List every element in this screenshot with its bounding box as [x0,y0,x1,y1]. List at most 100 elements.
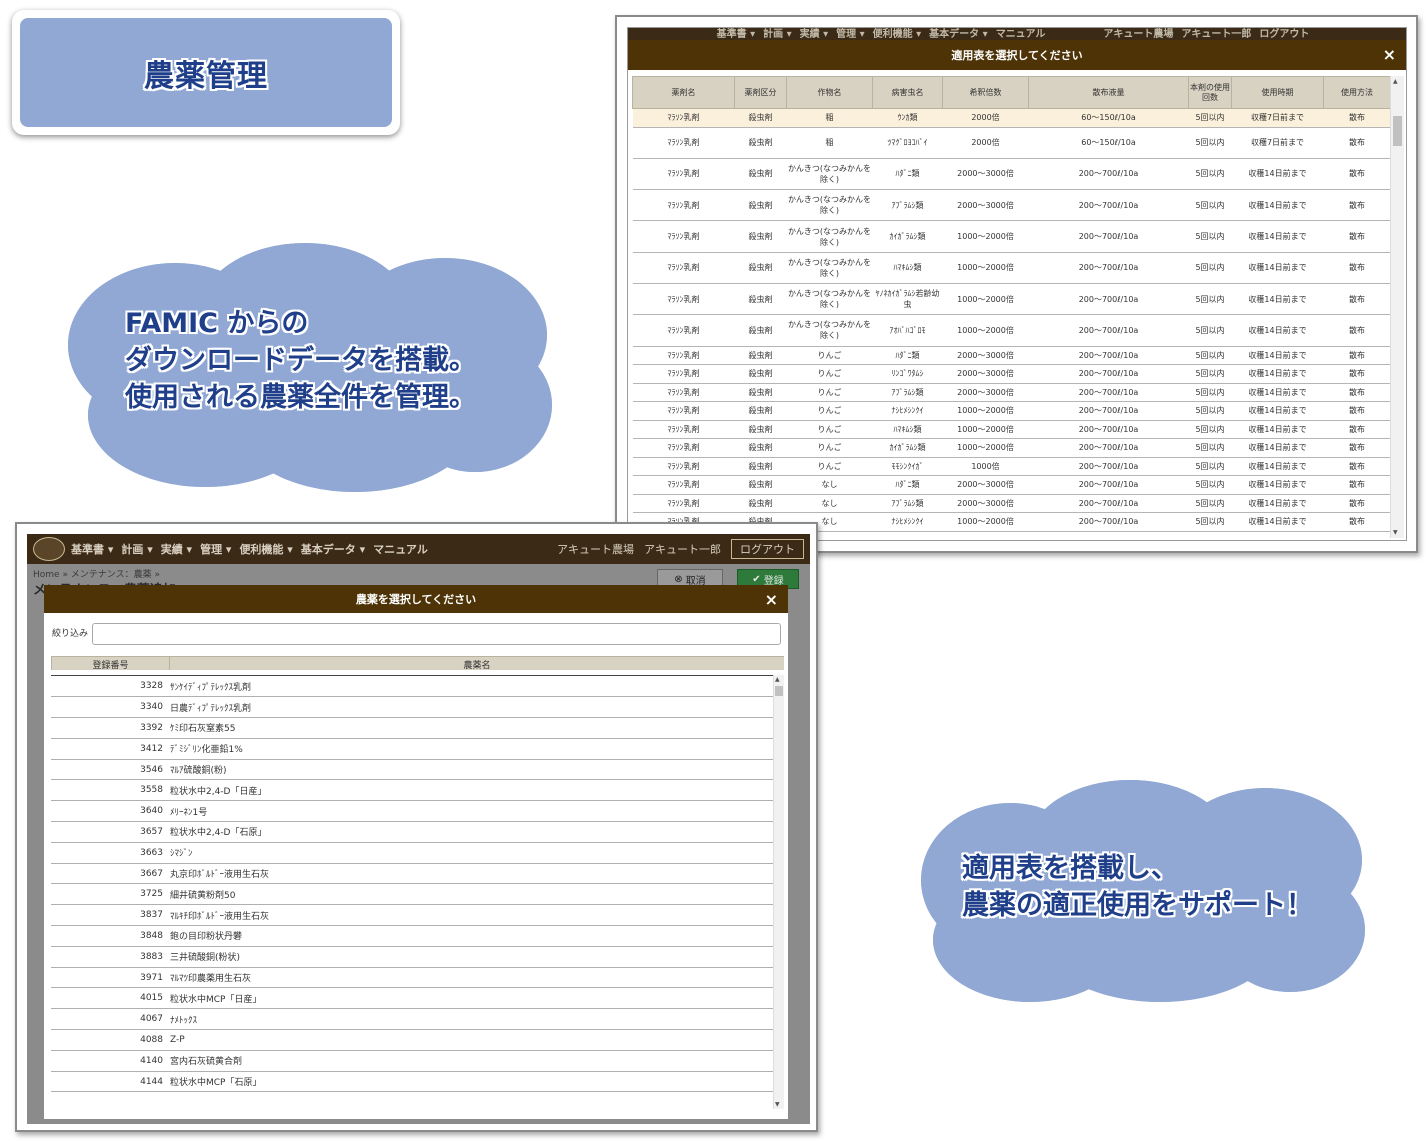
table-row[interactable]: ﾏﾗｿﾝ乳剤 殺虫剤 なし ｱﾌﾞﾗﾑｼ類 2000～3000倍 200～700ℓ/10a… [632,494,1390,514]
table-cell: りんご [786,364,873,384]
logout-button[interactable]: ログアウト [1259,28,1309,40]
app-window: 基準書 ▾ 計画 ▾ 実績 ▾ 管理 ▾ 便利機能 ▾ 基本データ ▾ マニュア… [27,534,810,1124]
table-cell: 2000倍 [942,108,1029,128]
table-cell: 200～700ℓ/10a [1028,189,1189,222]
list-item[interactable]: 3883 三井硫酸銅(粉状) [51,946,773,968]
nav-item-manage[interactable]: 管理 ▾ [200,541,231,557]
close-icon[interactable]: × [1383,45,1396,64]
pesticide-name: 宮内石灰硫黄合剤 [169,1050,773,1072]
list-item[interactable]: 4144 粒状水中MCP「石原」 [51,1071,773,1093]
table-cell: 1000～2000倍 [942,220,1029,253]
list-item[interactable]: 3328 ｻﾝｹｲﾃﾞｨﾌﾟﾃﾚｯｸｽ乳剤 [51,676,773,698]
cloud-right-line-2: 農薬の適正使用をサポート！ [962,890,1313,921]
registration-number: 3340 [51,696,169,719]
table-cell: 散布 [1323,158,1390,191]
column-header[interactable]: 薬剤名 [632,76,735,109]
column-header[interactable]: 本剤の使用回数 [1188,76,1232,109]
table-row[interactable]: ﾏﾗｿﾝ乳剤 殺虫剤 かんきつ(なつみかんを除く) ﾊﾏｷﾑｼ類 1000～2000倍 2… [632,252,1390,284]
table-cell: なし [786,494,873,514]
column-header[interactable]: 作物名 [786,76,873,109]
list-item[interactable]: 3667 丸京印ﾎﾞﾙﾄﾞｰ液用生石灰 [51,863,773,885]
pesticide-name: ﾃﾞﾐｼﾞﾘﾝ化亜鉛1% [169,738,773,760]
list-item[interactable]: 4140 宮内石灰硫黄合剤 [51,1050,773,1072]
nav-item[interactable]: 計画 ▾ [763,28,792,40]
column-header[interactable]: 希釈倍数 [942,76,1029,109]
list-item[interactable]: 3848 鉋の目印粉状丹礬 [51,925,773,947]
column-header-name[interactable]: 農薬名 [169,656,784,670]
nav-item-tools[interactable]: 便利機能 ▾ [239,541,292,557]
table-row[interactable]: ﾏﾗｿﾝ乳剤 殺虫剤 かんきつ(なつみかんを除く) ﾔﾉﾈｶｲｶﾞﾗﾑｼ若齢幼虫 100… [632,283,1390,316]
table-row[interactable]: ﾏﾗｿﾝ乳剤 殺虫剤 なし ﾊﾀﾞﾆ類 2000～3000倍 200～700ℓ/10a 5回… [632,475,1390,495]
table-cell: 5回以内 [1188,512,1232,532]
column-header[interactable]: 使用方法 [1323,76,1390,109]
table-cell: 散布 [1323,512,1390,532]
list-item[interactable]: 3640 ﾒﾘｰﾈﾝ1号 [51,800,773,823]
table-row[interactable]: ﾏﾗｿﾝ乳剤 殺虫剤 かんきつ(なつみかんを除く) ｱﾌﾞﾗﾑｼ類 2000～3000倍… [632,189,1390,222]
list-item[interactable]: 4067 ﾅﾒﾄｯｸｽ [51,1008,773,1031]
nav-item[interactable]: 基準書 ▾ [717,28,756,40]
table-row[interactable]: ﾏﾗｿﾝ乳剤 殺虫剤稲ﾂﾏｸﾞﾛﾖｺﾊﾞｲ 2000倍 60～150ℓ/10a 5回以内… [632,127,1390,159]
table-cell: 収穫14日前まで [1231,346,1324,366]
list-item[interactable]: 3657 粒状水中2,4-D「石原」 [51,821,773,843]
table-cell: 稲 [786,127,873,159]
table-cell: 1000～2000倍 [942,314,1029,347]
close-icon[interactable]: × [765,590,778,609]
registration-number: 3392 [51,717,169,739]
table-row[interactable]: ﾏﾗｿﾝ乳剤 殺虫剤 りんご ﾘﾝｺﾞﾜﾀﾑｼ 2000～3000倍 200～700ℓ/1… [632,364,1390,384]
column-header[interactable]: 散布液量 [1028,76,1189,109]
list-item[interactable]: 3546 ﾏﾙｱ硫酸銅(粉) [51,759,773,781]
table-cell: りんご [786,383,873,403]
scrollbar-thumb[interactable] [1393,116,1402,146]
registration-number: 3412 [51,738,169,760]
table-cell: 収穫14日前まで [1231,494,1324,514]
column-header-reg-no[interactable]: 登録番号 [51,656,170,670]
table-row[interactable]: ﾏﾗｿﾝ乳剤 殺虫剤 かんきつ(なつみかんを除く) ｱｵﾊﾞﾊｺﾞﾛﾓ 1000～200… [632,314,1390,347]
table-row[interactable]: ﾏﾗｿﾝ乳剤 殺虫剤 りんご ｶｲｶﾞﾗﾑｼ類 1000～2000倍 200～700ℓ/1… [632,438,1390,458]
nav-item[interactable]: 便利機能 ▾ [873,28,922,40]
nav-item[interactable]: マニュアル [996,28,1046,40]
nav-item[interactable]: 管理 ▾ [836,28,865,40]
table-row[interactable]: ﾏﾗｿﾝ乳剤 殺虫剤 かんきつ(なつみかんを除く) ｶｲｶﾞﾗﾑｼ類 1000～2000… [632,220,1390,253]
column-header[interactable]: 薬剤区分 [734,76,787,109]
table-cell: ｳﾝｶ類 [872,108,943,128]
list-item[interactable]: 3663 ｼﾏｼﾞﾝ [51,842,773,864]
nav-item-results[interactable]: 実績 ▾ [161,541,192,557]
list-item[interactable]: 3837 ﾏﾙｷﾁ印ﾎﾞﾙﾄﾞｰ液用生石灰 [51,904,773,927]
table-scrollbar[interactable]: ▲ ▼ [1390,76,1404,538]
nav-item-standards[interactable]: 基準書 ▾ [71,541,113,557]
scrollbar-thumb[interactable] [775,686,783,696]
table-cell: 散布 [1323,314,1390,347]
list-scrollbar[interactable]: ▲ ▼ [773,675,784,1109]
table-row[interactable]: ﾏﾗｿﾝ乳剤 殺虫剤 りんご ｱﾌﾞﾗﾑｼ類 2000～3000倍 200～700ℓ/10… [632,383,1390,403]
nav-item[interactable]: 基本データ ▾ [929,28,988,40]
table-row[interactable]: ﾏﾗｿﾝ乳剤 殺虫剤 かんきつ(なつみかんを除く) ﾊﾀﾞﾆ類 2000～3000倍 20… [632,158,1390,191]
column-header[interactable]: 使用時期 [1231,76,1324,109]
table-row[interactable]: ﾏﾗｿﾝ乳剤 殺虫剤 りんご ﾊﾏｷﾑｼ類 1000～2000倍 200～700ℓ/10a… [632,420,1390,440]
table-cell: ﾏﾗｿﾝ乳剤 [632,438,735,458]
table-row[interactable]: ﾏﾗｿﾝ乳剤 殺虫剤 りんご ﾅｼﾋﾒｼﾝｸｲ 1000～2000倍 200～700ℓ/1… [632,401,1390,421]
pesticide-name: 細井硫黄粉剤50 [169,883,773,906]
table-row[interactable]: ﾏﾗｿﾝ乳剤 殺虫剤 りんご ﾊﾀﾞﾆ類 2000～3000倍 200～700ℓ/10a 5… [632,346,1390,366]
list-item[interactable]: 3340 日農ﾃﾞｨﾌﾟﾃﾚｯｸｽ乳剤 [51,696,773,719]
list-item[interactable]: 3971 ﾏﾙﾏﾂ印農薬用生石灰 [51,967,773,989]
table-cell: ﾅｼﾋﾒｼﾝｸｲ [872,401,943,421]
list-item[interactable]: 3392 ｹﾐ印石灰窒素55 [51,717,773,739]
registration-number: 3837 [51,904,169,927]
table-cell: 散布 [1323,220,1390,253]
table-cell: 散布 [1323,383,1390,403]
list-item[interactable]: 3412 ﾃﾞﾐｼﾞﾘﾝ化亜鉛1% [51,738,773,760]
logout-button[interactable]: ログアウト [731,539,804,559]
list-item[interactable]: 3558 粒状水中2,4-D「日産」 [51,779,773,802]
column-header[interactable]: 病害虫名 [872,76,943,109]
list-item[interactable]: 4015 粒状水中MCP「日産」 [51,987,773,1010]
nav-item-plan[interactable]: 計画 ▾ [121,541,152,557]
nav-item-basic-data[interactable]: 基本データ ▾ [301,541,365,557]
list-item[interactable]: 4088 Z-P [51,1029,773,1051]
nav-item-manual[interactable]: マニュアル [373,541,428,557]
list-item[interactable]: 3725 細井硫黄粉剤50 [51,883,773,906]
nav-item[interactable]: 実績 ▾ [800,28,829,40]
filter-input[interactable] [92,623,781,645]
table-cell: ｱﾌﾞﾗﾑｼ類 [872,383,943,403]
table-row[interactable]: ﾏﾗｿﾝ乳剤 殺虫剤稲ｳﾝｶ類 2000倍 60～150ℓ/10a 5回以内 収穫7日前ま… [632,108,1390,128]
table-row[interactable]: ﾏﾗｿﾝ乳剤 殺虫剤 りんご ﾓﾓｼﾝｸｲｶﾞ 1000倍 200～700ℓ/10a 5回以… [632,457,1390,477]
